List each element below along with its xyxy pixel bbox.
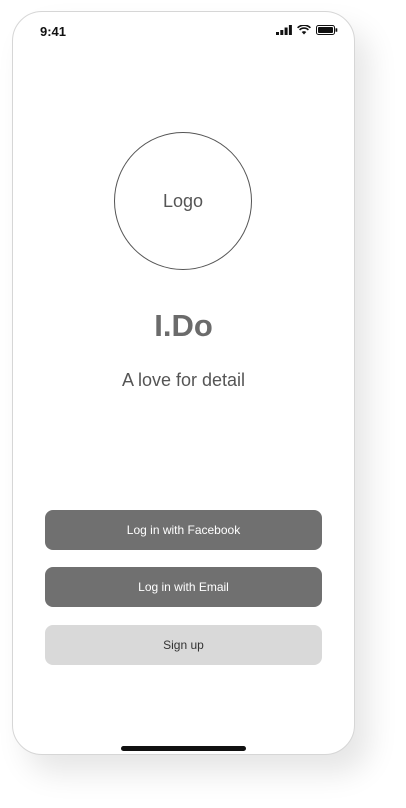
login-email-label: Log in with Email [138, 580, 229, 594]
wifi-icon [297, 25, 311, 35]
login-facebook-label: Log in with Facebook [126, 523, 241, 537]
login-email-button[interactable]: Log in with Email [45, 567, 322, 607]
status-icons [276, 25, 338, 35]
stage: 9:41 Logo I.Do A love for detail Log in … [0, 0, 406, 808]
battery-icon [316, 25, 338, 35]
status-time: 9:41 [40, 24, 67, 39]
status-bar: 9:41 [13, 12, 354, 48]
login-facebook-button[interactable]: Log in with Facebook [45, 510, 322, 550]
logo-placeholder: Logo [114, 132, 252, 270]
signup-button[interactable]: Sign up [45, 625, 322, 665]
phone-frame: 9:41 Logo I.Do A love for detail Log in … [12, 11, 355, 755]
home-indicator[interactable] [121, 746, 246, 751]
signal-icon [276, 25, 292, 35]
app-tagline: A love for detail [121, 370, 246, 390]
signup-label: Sign up [163, 638, 204, 652]
logo-label: Logo [162, 190, 204, 211]
app-title: I.Do [154, 308, 213, 343]
